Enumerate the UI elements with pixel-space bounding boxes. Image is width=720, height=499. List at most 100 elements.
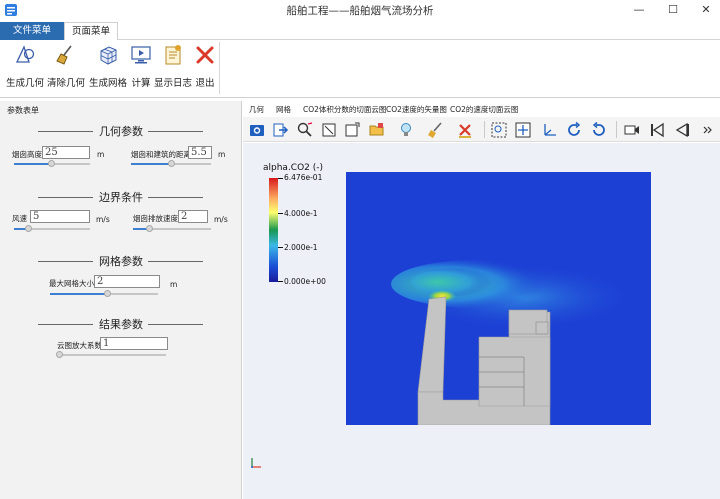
boundary-section-header: 边界条件	[0, 190, 242, 204]
exit-x-icon	[196, 46, 214, 64]
reset-view-button[interactable]	[320, 121, 338, 139]
tab-co2-fraction-contour[interactable]: CO2体积分数的切面云图	[303, 104, 386, 115]
ribbon-tabs: 文件菜单 页面菜单	[0, 22, 720, 41]
slider-thumb[interactable]	[25, 225, 32, 232]
chimney-height-unit: m	[97, 150, 105, 159]
chimney-height-slider[interactable]	[14, 160, 90, 167]
render-viewport[interactable]: alpha.CO2 (-) 6.476e-01 4.000e-1 2.000e-…	[243, 143, 720, 499]
clear-button[interactable]	[456, 121, 474, 139]
window-title: 船舶工程——船舶烟气流场分析	[286, 5, 434, 17]
slider-thumb[interactable]	[146, 225, 153, 232]
log-icon	[165, 45, 181, 65]
legend-title: alpha.CO2 (-)	[263, 163, 324, 173]
geometry-heading: 几何参数	[99, 125, 143, 138]
divider	[148, 261, 203, 262]
minimize-button[interactable]: —	[628, 1, 650, 19]
zoom-factor-label: 云图放大系数	[57, 341, 102, 350]
tab-geometry[interactable]: 几何	[249, 104, 264, 115]
exit-button[interactable]: 退出	[194, 44, 216, 89]
tab-mesh[interactable]: 网格	[276, 104, 291, 115]
clear-geometry-label: 清除几何	[46, 78, 85, 89]
export-button[interactable]	[272, 121, 290, 139]
prev-frame-button[interactable]	[673, 121, 691, 139]
clear-x-icon	[459, 124, 471, 138]
generate-mesh-button[interactable]: 生成网格	[88, 44, 128, 89]
chimney-height-input[interactable]: 25	[42, 146, 90, 159]
generate-geometry-button[interactable]: 生成几何	[6, 44, 44, 89]
broom-icon	[56, 45, 72, 65]
axes-button[interactable]	[541, 121, 559, 139]
exit-label: 退出	[195, 78, 215, 89]
max-mesh-label: 最大网格大小	[49, 279, 94, 288]
tab-co2-velocity-vector[interactable]: CO2速度的矢量图	[386, 104, 447, 115]
slider-thumb[interactable]	[48, 160, 55, 167]
plume-near	[411, 268, 501, 296]
compute-monitor-icon	[131, 46, 151, 64]
max-mesh-input[interactable]: 2	[94, 275, 160, 288]
zoom-region-icon	[491, 122, 507, 138]
compute-label: 计算	[131, 78, 151, 89]
rotate-cw-icon	[568, 121, 581, 136]
deckhouse	[478, 336, 551, 407]
video-icon	[624, 125, 639, 135]
boundary-heading: 边界条件	[99, 191, 143, 204]
parameter-panel: 参数表单 几何参数 烟囱高度 25 m 烟囱和建筑的距离 5.5 m 边界条件 …	[0, 101, 242, 499]
color-folder-button[interactable]	[368, 121, 386, 139]
first-frame-icon	[651, 122, 664, 138]
result-section-header: 结果参数	[0, 317, 242, 331]
slider-thumb[interactable]	[56, 351, 63, 358]
slider-thumb[interactable]	[168, 160, 175, 167]
wind-speed-input[interactable]: 5	[30, 210, 90, 223]
first-frame-button[interactable]	[648, 121, 666, 139]
bridge-window	[535, 321, 549, 335]
zoom-pick-icon	[297, 122, 313, 137]
slider-fill	[14, 163, 51, 165]
zoom-factor-slider[interactable]	[56, 351, 166, 358]
box-select-icon	[345, 122, 360, 137]
max-mesh-slider[interactable]	[50, 290, 158, 297]
more-icon	[703, 126, 712, 134]
show-log-label: 显示日志	[154, 78, 193, 89]
title-bar: 船舶工程——船舶烟气流场分析 — ☐ ✕	[0, 0, 720, 22]
divider	[148, 131, 203, 132]
rotate-ccw-button[interactable]	[590, 121, 608, 139]
tab-file-menu[interactable]: 文件菜单	[0, 22, 64, 40]
emission-speed-input[interactable]: 2	[178, 210, 208, 223]
distance-slider[interactable]	[131, 160, 211, 167]
zoom-region-button[interactable]	[490, 121, 508, 139]
brush-button[interactable]	[426, 121, 444, 139]
show-log-button[interactable]: 显示日志	[154, 44, 192, 89]
clear-geometry-button[interactable]: 清除几何	[46, 44, 86, 89]
emission-speed-slider[interactable]	[133, 225, 211, 232]
box-select-button[interactable]	[343, 121, 361, 139]
ribbon-divider	[219, 42, 220, 94]
tab-co2-velocity-contour[interactable]: CO2的速度切面云图	[450, 104, 518, 115]
zoom-pick-button[interactable]	[296, 121, 314, 139]
generate-mesh-label: 生成网格	[88, 78, 127, 89]
mesh-heading: 网格参数	[99, 255, 143, 268]
light-bulb-icon	[401, 123, 411, 136]
more-tools-button[interactable]	[699, 121, 712, 139]
distance-input[interactable]: 5.5	[188, 146, 212, 159]
tab-page-menu[interactable]: 页面菜单	[64, 22, 118, 41]
visualization-panel: 几何 网格 CO2体积分数的切面云图 CO2速度的矢量图 CO2的速度切面云图	[243, 101, 720, 499]
co2-contour-plot	[346, 172, 651, 425]
compute-button[interactable]: 计算	[130, 44, 152, 89]
emission-speed-unit: m/s	[214, 215, 228, 224]
slider-thumb[interactable]	[104, 290, 111, 297]
toolbar-divider	[616, 121, 617, 138]
emission-speed-label: 烟囱排放速度	[133, 214, 178, 223]
light-button[interactable]	[398, 121, 416, 139]
video-button[interactable]	[623, 121, 641, 139]
close-button[interactable]: ✕	[695, 1, 717, 19]
geometry-section-header: 几何参数	[0, 124, 242, 138]
axes-indicator-icon	[251, 458, 261, 468]
slider-fill	[50, 293, 107, 295]
maximize-button[interactable]: ☐	[662, 1, 684, 19]
wind-speed-slider[interactable]	[14, 225, 90, 232]
rotate-cw-button[interactable]	[565, 121, 583, 139]
fit-view-button[interactable]	[514, 121, 532, 139]
camera-button[interactable]	[248, 121, 266, 139]
zoom-factor-input[interactable]: 1	[100, 337, 168, 350]
camera-icon	[250, 125, 264, 136]
